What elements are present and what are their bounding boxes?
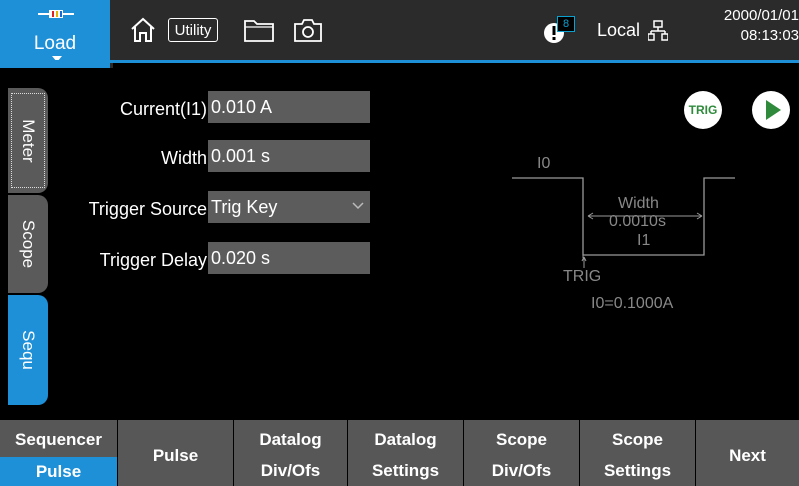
- trigger-delay-label: Trigger Delay: [99, 250, 207, 270]
- camera-icon[interactable]: [292, 16, 324, 44]
- tab-meter-label: Meter: [19, 118, 38, 163]
- top-bar: Load Utility 8 Local 2000/01/01 08:13:03: [0, 0, 799, 68]
- softkey-label-top: Datalog: [259, 430, 322, 449]
- softkey-bar: Sequencer Pulse Pulse Datalog Div/Ofs Da…: [0, 420, 799, 486]
- notification-badge: 8: [557, 16, 575, 32]
- notification-icon[interactable]: 8: [543, 16, 575, 46]
- trigger-source-label: Trigger Source: [88, 199, 207, 219]
- softkey-sequencer-selected: Pulse: [0, 457, 117, 486]
- local-status: Local: [597, 20, 641, 40]
- softkey-pulse[interactable]: Pulse: [118, 420, 234, 486]
- waveform-width-value: 0.0010s: [609, 213, 666, 230]
- date-label: 2000/01/01: [723, 7, 799, 24]
- softkey-label-bottom: Settings: [371, 461, 440, 480]
- time-label: 08:13:03: [740, 27, 799, 44]
- tab-scope-label: Scope: [19, 219, 38, 269]
- tab-sequ-label: Sequ: [19, 330, 38, 370]
- trigger-source-value: Trig Key: [211, 197, 278, 217]
- width-label: Width: [160, 148, 207, 168]
- softkey-pulse-label: Pulse: [152, 446, 199, 465]
- softkey-label-top: Scope: [495, 430, 548, 449]
- softkey-label-bottom: Div/Ofs: [491, 461, 552, 480]
- softkey-next[interactable]: Next: [696, 420, 799, 486]
- tab-meter[interactable]: Meter: [8, 88, 48, 193]
- trig-button[interactable]: TRIG: [684, 91, 722, 129]
- waveform-i0-label: I0: [537, 155, 551, 172]
- battery-icon: [38, 10, 74, 18]
- play-icon: [766, 100, 781, 120]
- softkey-next-label: Next: [729, 446, 766, 465]
- current-field[interactable]: 0.010 A: [208, 91, 370, 123]
- load-tab[interactable]: Load: [0, 0, 113, 68]
- run-button[interactable]: [752, 91, 790, 129]
- softkey-scope-settings[interactable]: Scope Settings: [580, 420, 696, 486]
- waveform-i0-value: I0=0.1000A: [591, 295, 674, 312]
- softkey-datalog-divofs[interactable]: Datalog Div/Ofs: [234, 420, 348, 486]
- tab-sequ[interactable]: Sequ: [8, 295, 48, 405]
- softkey-label-bottom: Settings: [603, 461, 672, 480]
- pulse-waveform: I0 Width 0.0010s I1 TRIG I0=0.1000A: [505, 150, 735, 320]
- softkey-label-bottom: Div/Ofs: [260, 461, 321, 480]
- folder-icon[interactable]: [243, 17, 275, 43]
- softkey-scope-divofs[interactable]: Scope Div/Ofs: [464, 420, 580, 486]
- waveform-i1-label: I1: [637, 232, 651, 249]
- trigger-delay-field[interactable]: 0.020 s: [208, 242, 370, 274]
- load-label: Load: [33, 33, 77, 54]
- network-icon[interactable]: [648, 20, 668, 42]
- softkey-label-top: Datalog: [374, 430, 437, 449]
- softkey-label-top: Scope: [611, 430, 664, 449]
- current-label: Current(I1): [119, 99, 207, 119]
- softkey-sequencer-label: Sequencer: [15, 430, 102, 449]
- home-icon[interactable]: [128, 15, 158, 45]
- utility-button[interactable]: Utility: [168, 18, 218, 42]
- tab-scope[interactable]: Scope: [8, 195, 48, 293]
- waveform-width-label: Width: [618, 195, 659, 212]
- chevron-down-icon: [352, 202, 364, 210]
- datetime: 2000/01/01 08:13:03: [700, 6, 799, 46]
- width-field[interactable]: 0.001 s: [208, 140, 370, 172]
- header-divider: [0, 60, 799, 63]
- trigger-source-select[interactable]: Trig Key: [208, 191, 370, 223]
- waveform-trig-label: TRIG: [563, 268, 602, 285]
- softkey-datalog-settings[interactable]: Datalog Settings: [348, 420, 464, 486]
- softkey-sequencer[interactable]: Sequencer Pulse: [0, 420, 118, 486]
